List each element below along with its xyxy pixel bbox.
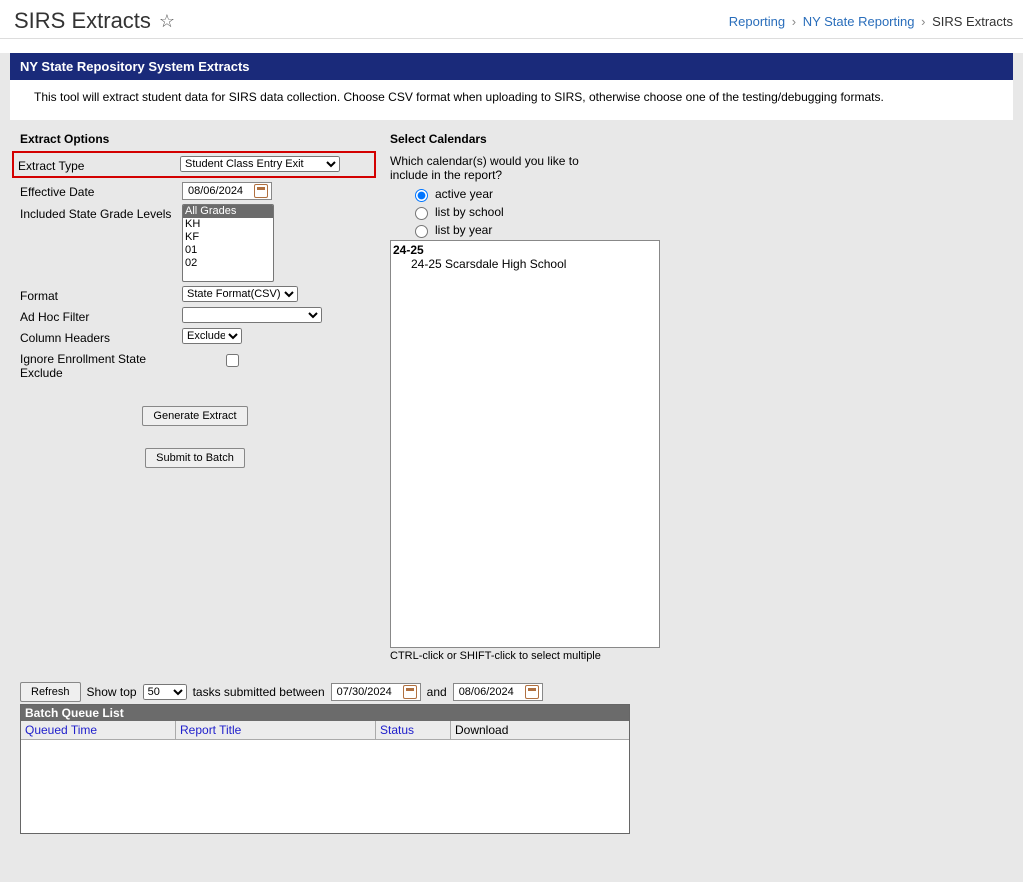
calendar-icon[interactable] [403,685,417,699]
breadcrumb-current: SIRS Extracts [932,14,1013,29]
col-status[interactable]: Status [376,721,451,739]
calendar-prompt: Which calendar(s) would you like to incl… [390,154,620,182]
show-top-label: Show top [87,685,137,699]
extract-type-label: Extract Type [18,156,180,173]
grade-levels-label: Included State Grade Levels [20,204,182,221]
between-label: tasks submitted between [193,685,325,699]
extract-type-select[interactable]: Student Class Entry Exit [180,156,340,172]
show-top-select[interactable]: 50 [143,684,187,700]
intro-text: This tool will extract student data for … [10,80,1013,120]
extract-type-highlight: Extract Type Student Class Entry Exit [12,151,376,178]
calendar-icon[interactable] [525,685,539,699]
submit-to-batch-button[interactable]: Submit to Batch [145,448,245,468]
ignore-exclude-checkbox[interactable] [226,354,239,367]
column-headers-select[interactable]: Exclude [182,328,242,344]
calendar-icon[interactable] [254,184,268,198]
breadcrumb-reporting[interactable]: Reporting [729,14,785,29]
breadcrumb-ny-state-reporting[interactable]: NY State Reporting [803,14,915,29]
favorite-star-icon[interactable]: ☆ [159,11,175,32]
calendar-list[interactable]: 24-25 24-25 Scarsdale High School [390,240,660,648]
grade-levels-select[interactable]: All Grades KH KF 01 02 [182,204,274,282]
col-queued-time[interactable]: Queued Time [21,721,176,739]
chevron-right-icon: › [921,14,925,29]
radio-list-by-year-label: list by year [435,223,492,237]
format-label: Format [20,286,182,303]
column-headers-label: Column Headers [20,328,182,345]
chevron-right-icon: › [792,14,796,29]
generate-extract-button[interactable]: Generate Extract [142,406,247,426]
breadcrumb: Reporting › NY State Reporting › SIRS Ex… [729,14,1013,29]
col-report-title[interactable]: Report Title [176,721,376,739]
col-download: Download [451,721,629,739]
radio-list-by-school-label: list by school [435,205,504,219]
effective-date-input[interactable] [186,184,250,198]
effective-date-label: Effective Date [20,182,182,199]
radio-list-by-school[interactable] [415,207,428,220]
page-title: SIRS Extracts [14,8,151,34]
radio-active-year-label: active year [435,187,493,201]
batch-queue-title: Batch Queue List [21,705,629,721]
calendar-school-item[interactable]: 24-25 Scarsdale High School [393,257,657,271]
extract-options-title: Extract Options [20,132,370,146]
adhoc-filter-select[interactable] [182,307,322,323]
adhoc-filter-label: Ad Hoc Filter [20,307,182,324]
calendar-hint: CTRL-click or SHIFT-click to select mult… [390,650,680,662]
radio-list-by-year[interactable] [415,225,428,238]
batch-queue-list: Batch Queue List Queued Time Report Titl… [20,704,630,834]
refresh-button[interactable]: Refresh [20,682,81,702]
ignore-exclude-label: Ignore Enrollment State Exclude [20,349,182,381]
calendar-year: 24-25 [393,243,657,257]
radio-active-year[interactable] [415,189,428,202]
to-date-input[interactable] [457,685,521,699]
from-date-input[interactable] [335,685,399,699]
format-select[interactable]: State Format(CSV) [182,286,298,302]
panel-banner: NY State Repository System Extracts [10,53,1013,80]
and-label: and [427,685,447,699]
select-calendars-title: Select Calendars [390,132,680,146]
